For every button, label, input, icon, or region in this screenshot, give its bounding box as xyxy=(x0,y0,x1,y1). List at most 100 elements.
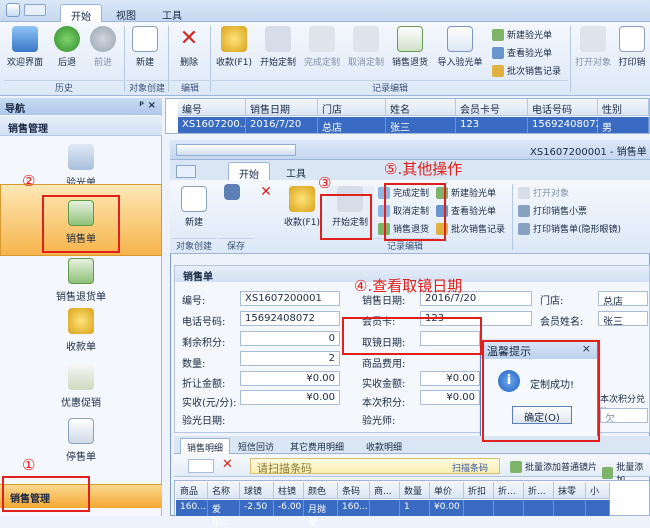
table-cell[interactable] xyxy=(554,500,586,516)
detail-col-header[interactable]: 商... xyxy=(370,482,400,499)
col-header-store[interactable]: 门店 xyxy=(318,99,386,116)
col-header-phone[interactable]: 电话号码 xyxy=(528,99,598,116)
table-cell[interactable]: -2.50 xyxy=(240,500,274,516)
col-header-name[interactable]: 姓名 xyxy=(386,99,456,116)
table-cell[interactable]: 160... xyxy=(338,500,370,516)
nav-item-promotion[interactable]: 优惠促销 xyxy=(0,364,162,409)
table-cell[interactable] xyxy=(586,500,610,516)
store-field[interactable]: 总店 xyxy=(598,291,648,306)
unit-paid-field[interactable]: ¥0.00 xyxy=(240,390,340,405)
col-header-date[interactable]: 销售日期 xyxy=(246,99,318,116)
child-delete-button[interactable]: ✕ xyxy=(258,184,274,203)
detail-col-header[interactable]: 折扣 xyxy=(464,482,494,499)
detail-col-header[interactable]: 折... xyxy=(494,482,524,499)
detail-col-header[interactable]: 条码 xyxy=(338,482,370,499)
receive-payment-button[interactable]: 收款(F1) xyxy=(212,26,256,68)
delete-button[interactable]: ✕ 删除 xyxy=(172,26,206,68)
table-cell[interactable] xyxy=(494,500,524,516)
discount-field[interactable]: ¥0.00 xyxy=(240,371,340,386)
import-prescription-button[interactable]: 导入验光单 xyxy=(434,26,486,68)
app-icon[interactable] xyxy=(6,3,20,17)
table-cell[interactable] xyxy=(370,500,400,516)
nav-item-receipt[interactable]: 收款单 xyxy=(0,308,162,353)
back-button[interactable]: 后退 xyxy=(50,26,84,68)
detail-col-header[interactable]: 数量 xyxy=(400,482,430,499)
nav-section-title[interactable]: 销售管理 xyxy=(0,116,162,136)
child-receive-payment-button[interactable]: 收款(F1) xyxy=(278,186,326,228)
nav-item-sales-return[interactable]: 销售退货单 xyxy=(0,258,162,303)
id-field[interactable]: XS1607200001 xyxy=(240,291,340,306)
col-header-card[interactable]: 会员卡号 xyxy=(456,99,528,116)
paid-amount-field[interactable]: ¥0.00 xyxy=(420,371,480,386)
col-header-gender[interactable]: 性别 xyxy=(598,99,649,116)
tab-sms-followup[interactable]: 短信回访 xyxy=(232,438,280,454)
row-dropdown[interactable] xyxy=(188,459,214,473)
delete-row-icon[interactable]: ✕ xyxy=(222,457,233,472)
remaining-points-field[interactable]: 0 xyxy=(240,331,340,346)
quantity-field[interactable]: 2 xyxy=(240,351,340,366)
table-cell[interactable]: 月抛型 xyxy=(304,500,338,528)
detail-col-header[interactable]: 颜色 xyxy=(304,482,338,499)
batch-sales-record-button[interactable]: 批次销售记录 xyxy=(492,64,561,77)
table-cell[interactable]: 123 xyxy=(456,117,528,133)
table-cell[interactable]: ¥0.00 xyxy=(430,500,464,516)
member-name-field[interactable]: 张三 xyxy=(598,311,648,326)
new-button[interactable]: 新建 xyxy=(128,26,162,68)
welcome-button[interactable]: 欢迎界面 xyxy=(4,26,46,68)
detail-col-header[interactable]: 单价 xyxy=(430,482,464,499)
tab-view[interactable]: 视图 xyxy=(106,4,146,22)
child-print-sales-order[interactable]: 打印销售单(隐形眼镜) xyxy=(518,222,621,235)
tab-start[interactable]: 开始 xyxy=(60,4,102,23)
points-earned-field[interactable]: ¥0.00 xyxy=(420,390,480,405)
exchange-field[interactable]: 欠 xyxy=(600,408,648,423)
print-button[interactable]: 打印销 xyxy=(614,26,650,68)
start-custom-button[interactable]: 开始定制 xyxy=(256,26,300,68)
table-cell[interactable] xyxy=(524,500,554,516)
view-prescription-button[interactable]: 查看验光单 xyxy=(492,46,552,59)
table-cell[interactable]: 2016/7/20 xyxy=(246,117,318,133)
table-cell[interactable] xyxy=(464,500,494,516)
cancel-custom-button[interactable]: 取消定制 xyxy=(344,26,388,68)
table-cell[interactable]: 1 xyxy=(400,500,430,516)
forward-button[interactable]: 前进 xyxy=(86,26,120,68)
detail-col-header[interactable]: 小 xyxy=(586,482,610,499)
finish-custom-button[interactable]: 完成定制 xyxy=(300,26,344,68)
detail-col-header[interactable]: 柱镜 xyxy=(274,482,304,499)
tab-other-fees[interactable]: 其它费用明细 xyxy=(284,438,350,454)
open-object-button[interactable]: 打开对象 xyxy=(574,26,612,68)
table-cell[interactable]: 爱尔... xyxy=(208,500,240,528)
nav-pin-close-icons[interactable]: ᵖ × xyxy=(139,100,156,111)
label-exam-date: 验光日期: xyxy=(182,416,226,427)
sales-return-button[interactable]: 销售退货 xyxy=(388,26,432,68)
scan-barcode-label[interactable]: 扫描条码 xyxy=(452,461,488,474)
detail-col-header[interactable]: 商品 xyxy=(176,482,208,499)
table-cell[interactable]: 总店 xyxy=(318,117,386,134)
child-print-receipt[interactable]: 打印销售小票 xyxy=(518,204,587,217)
child-batch-sales-record[interactable]: 批次销售记录 xyxy=(436,222,505,235)
col-header-id[interactable]: 编号 xyxy=(178,99,246,116)
table-cell[interactable]: 15692408072 xyxy=(528,117,602,133)
batch-add-lens-button[interactable]: 批量添加普通镜片 xyxy=(510,460,597,473)
child-save-button[interactable] xyxy=(222,184,242,203)
detail-col-header[interactable]: 名称 xyxy=(208,482,240,499)
quick-access-menu[interactable] xyxy=(24,4,46,16)
table-cell[interactable]: XS1607200... xyxy=(178,117,249,133)
child-app-menu[interactable] xyxy=(176,165,196,178)
phone-field[interactable]: 15692408072 xyxy=(240,311,340,326)
detail-col-header[interactable]: 折... xyxy=(524,482,554,499)
tab-tools[interactable]: 工具 xyxy=(152,4,192,22)
child-quick-toolbar[interactable] xyxy=(176,144,296,156)
tab-receipt-detail[interactable]: 收款明细 xyxy=(360,438,408,454)
table-cell[interactable]: 160... xyxy=(176,500,208,516)
table-cell[interactable]: -6.00 xyxy=(274,500,304,516)
detail-col-header[interactable]: 球镜 xyxy=(240,482,274,499)
table-cell[interactable]: 男 xyxy=(598,117,649,134)
table-cell[interactable]: 张三 xyxy=(386,117,456,134)
child-open-object[interactable]: 打开对象 xyxy=(518,186,569,199)
new-prescription-button[interactable]: 新建验光单 xyxy=(492,28,552,41)
detail-col-header[interactable]: 抹零 xyxy=(554,482,586,499)
child-tab-start[interactable]: 开始 xyxy=(228,162,270,181)
child-new-button[interactable]: 新建 xyxy=(178,186,210,228)
child-tab-tools[interactable]: 工具 xyxy=(276,162,316,180)
tab-sales-detail[interactable]: 销售明细 xyxy=(180,438,231,454)
